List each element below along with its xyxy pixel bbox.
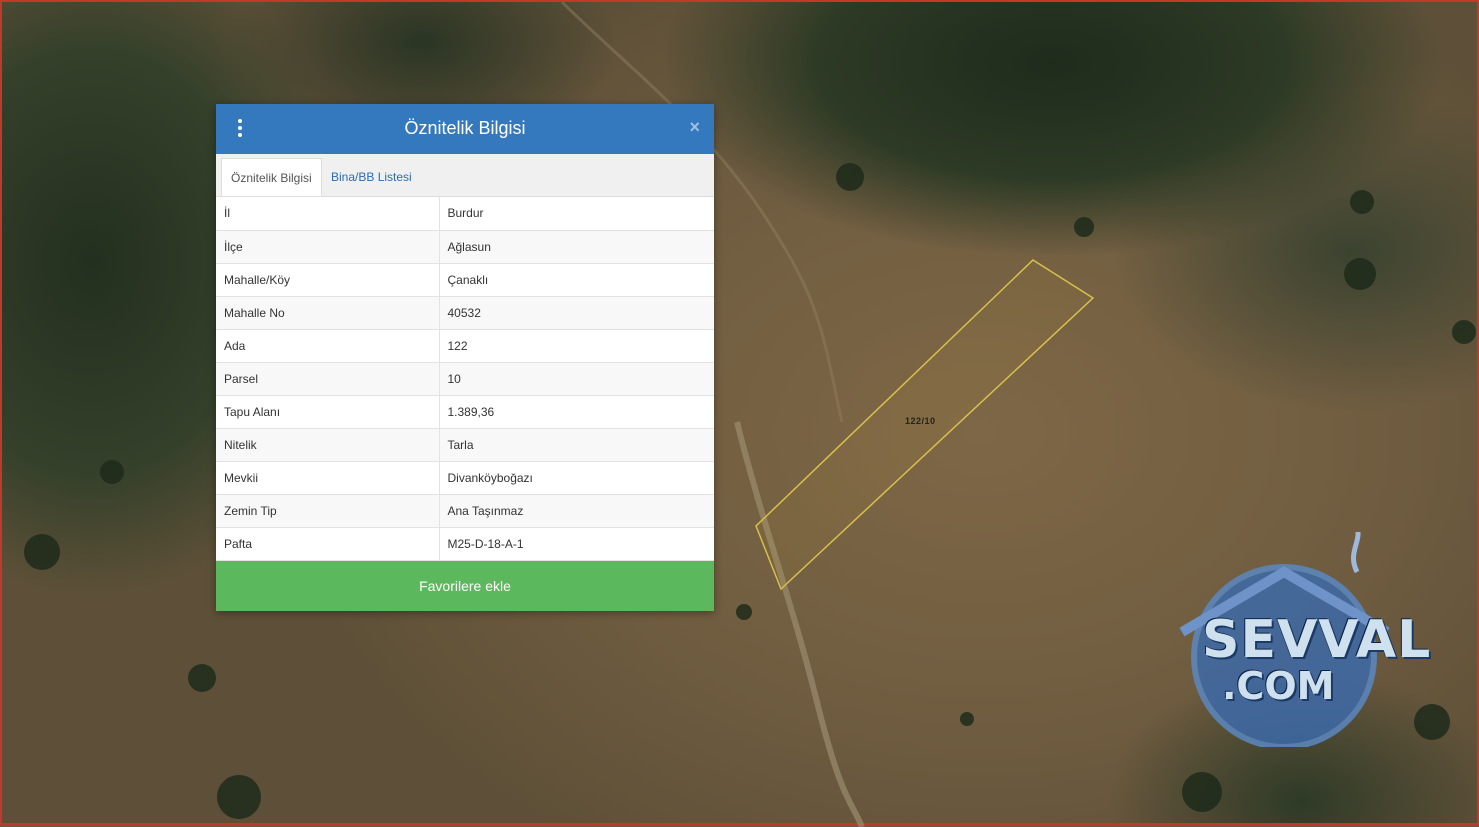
table-row: Ada 122: [216, 329, 714, 363]
attribute-value: Divanköyboğazı: [439, 461, 714, 495]
attribute-value: 122: [439, 329, 714, 363]
attribute-key: İl: [216, 197, 440, 231]
attribute-key: Mahalle/Köy: [216, 263, 440, 297]
attribute-value: Çanaklı: [439, 263, 714, 297]
tab-building-list[interactable]: Bina/BB Listesi: [322, 158, 421, 196]
attribute-table: İl Burdur İlçe Ağlasun Mahalle/Köy Çanaklı Mah…: [216, 197, 714, 561]
parcel-label: 122/10: [905, 416, 936, 426]
attribute-value: Burdur: [439, 197, 714, 231]
table-row: Parsel 10: [216, 362, 714, 396]
watermark-logo: SEVVAL .COM: [1172, 532, 1430, 747]
table-row: Mevkii Divanköyboğazı: [216, 461, 714, 495]
table-row: Mahalle No 40532: [216, 296, 714, 330]
attribute-key: Pafta: [216, 527, 440, 561]
tab-attribute-info[interactable]: Öznitelik Bilgisi: [221, 158, 322, 196]
attribute-key: Mevkii: [216, 461, 440, 495]
attribute-key: Parsel: [216, 362, 440, 396]
attribute-key: Mahalle No: [216, 296, 440, 330]
attribute-info-panel: Öznitelik Bilgisi × Öznitelik Bilgisi Bi…: [216, 104, 714, 611]
watermark-line1: SEVVAL: [1202, 610, 1432, 670]
attribute-value: M25-D-18-A-1: [439, 527, 714, 561]
attribute-value: Ana Taşınmaz: [439, 494, 714, 528]
attribute-value: 10: [439, 362, 714, 396]
attribute-value: Ağlasun: [439, 230, 714, 264]
tab-bar: Öznitelik Bilgisi Bina/BB Listesi: [216, 154, 714, 197]
table-row: Tapu Alanı 1.389,36: [216, 395, 714, 429]
table-row: Mahalle/Köy Çanaklı: [216, 263, 714, 297]
attribute-key: Nitelik: [216, 428, 440, 462]
attribute-key: Ada: [216, 329, 440, 363]
attribute-value: Tarla: [439, 428, 714, 462]
panel-header: Öznitelik Bilgisi ×: [216, 104, 714, 154]
attribute-key: İlçe: [216, 230, 440, 264]
watermark-line2: .COM: [1222, 664, 1335, 708]
add-to-favorites-button[interactable]: Favorilere ekle: [216, 560, 714, 611]
attribute-key: Tapu Alanı: [216, 395, 440, 429]
table-row: Nitelik Tarla: [216, 428, 714, 462]
attribute-value: 1.389,36: [439, 395, 714, 429]
attribute-value: 40532: [439, 296, 714, 330]
table-row: Pafta M25-D-18-A-1: [216, 527, 714, 561]
close-icon[interactable]: ×: [689, 117, 700, 138]
table-row: İlçe Ağlasun: [216, 230, 714, 264]
attribute-key: Zemin Tip: [216, 494, 440, 528]
table-row: İl Burdur: [216, 197, 714, 231]
table-row: Zemin Tip Ana Taşınmaz: [216, 494, 714, 528]
panel-title: Öznitelik Bilgisi: [404, 118, 526, 138]
